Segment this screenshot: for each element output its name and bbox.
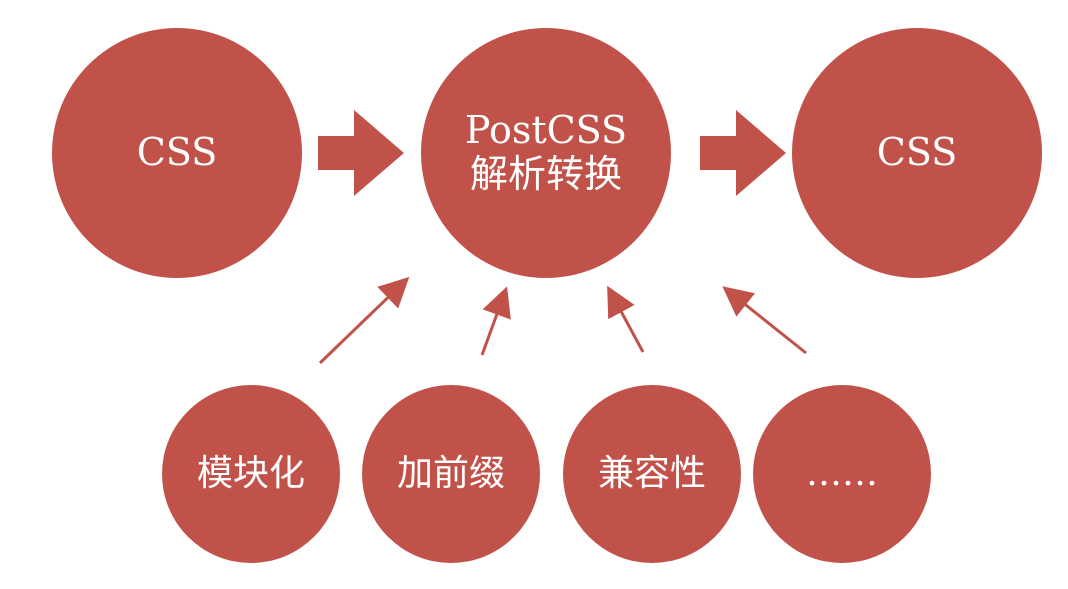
connector-arrow-1 <box>318 276 410 365</box>
flow-arrow-right-1 <box>318 110 404 196</box>
output-css-node: CSS <box>792 28 1042 278</box>
connector-arrow-3 <box>607 285 645 353</box>
plugin-more-node: …… <box>753 385 931 563</box>
plugin-prefix-node: 加前缀 <box>362 385 540 563</box>
flow-arrow-right-2 <box>700 110 786 196</box>
input-css-node: CSS <box>52 28 302 278</box>
connector-arrow-4 <box>722 286 807 355</box>
plugin-label: 模块化 <box>196 453 305 495</box>
postcss-subtitle: 解析转换 <box>469 152 622 196</box>
plugin-label: 加前缀 <box>396 453 505 495</box>
plugin-compatibility-node: 兼容性 <box>563 385 741 563</box>
output-css-label: CSS <box>876 130 958 175</box>
plugin-modularization-node: 模块化 <box>162 385 340 563</box>
input-css-label: CSS <box>136 130 218 175</box>
plugin-label: 兼容性 <box>597 453 706 495</box>
postcss-title: PostCSS <box>464 108 628 153</box>
connector-arrow-2 <box>480 286 511 356</box>
plugin-label: …… <box>806 453 878 495</box>
postcss-node: PostCSS 解析转换 <box>421 28 671 278</box>
